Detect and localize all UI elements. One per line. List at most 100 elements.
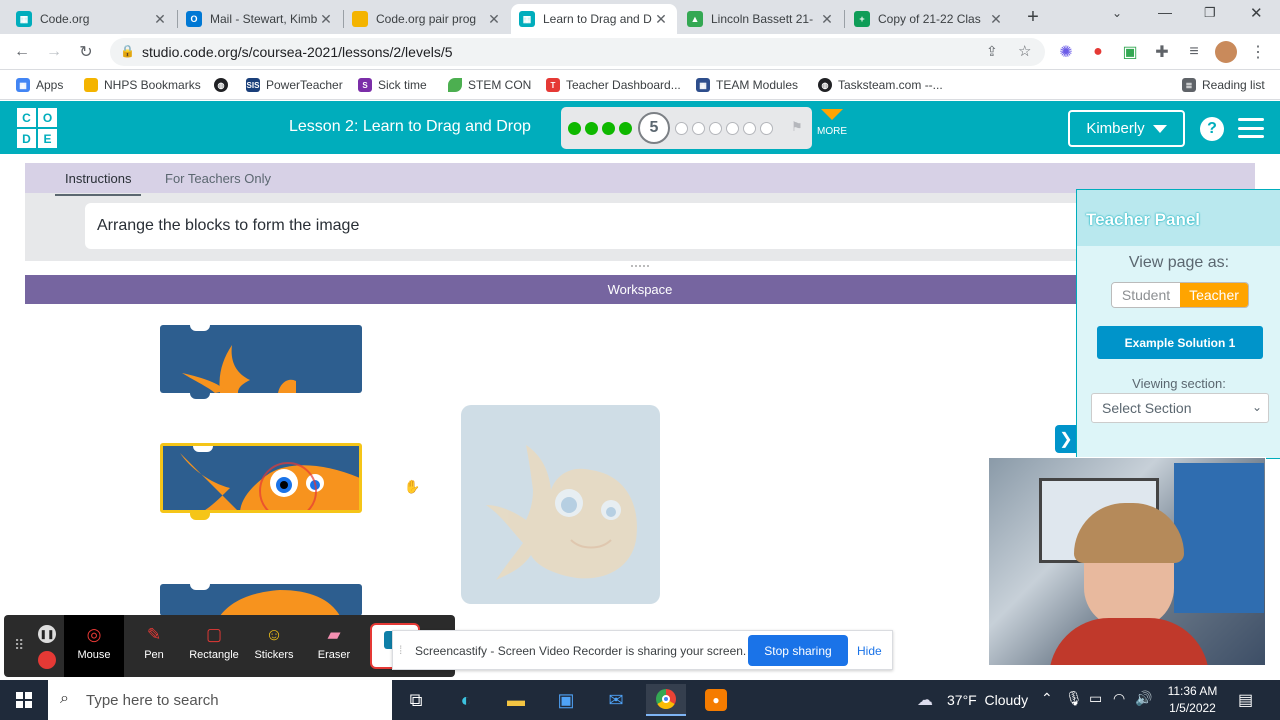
browser-tab[interactable]: + Copy of 21-22 Clas ✕ <box>846 4 1012 34</box>
bookmark-powerteacher[interactable]: SIS PowerTeacher <box>246 76 343 94</box>
mouse-tool-button[interactable]: ◎ Mouse <box>64 615 124 677</box>
rectangle-tool-button[interactable]: ▢ Rectangle <box>184 615 244 677</box>
user-menu-button[interactable]: Kimberly <box>1068 110 1185 147</box>
battery-icon[interactable]: ▭ <box>1089 690 1102 707</box>
close-tab-icon[interactable]: ✕ <box>988 11 1004 28</box>
bookmark-apps[interactable]: ▦ Apps <box>16 76 63 94</box>
volume-icon[interactable]: 🔊 <box>1135 690 1152 707</box>
weather-text[interactable]: 37°F Cloudy <box>947 692 1028 708</box>
file-explorer-icon[interactable]: ▬ <box>496 684 536 716</box>
webcam-overlay[interactable] <box>988 457 1266 666</box>
view-as-teacher-button[interactable]: Teacher <box>1180 283 1248 307</box>
level-dot[interactable] <box>692 122 705 135</box>
stop-sharing-button[interactable]: Stop sharing <box>748 635 848 666</box>
minimize-icon[interactable]: — <box>1158 4 1172 20</box>
bookmark-stem-con[interactable]: STEM CON <box>448 76 531 94</box>
level-dot[interactable] <box>709 122 722 135</box>
teacher-panel-toggle-icon[interactable]: ❯ <box>1055 425 1077 453</box>
browser-tab[interactable]: ▲ Lincoln Bassett 21- ✕ <box>679 4 843 34</box>
back-icon[interactable]: ← <box>12 42 32 62</box>
screencastify-icon[interactable]: ● <box>1088 42 1108 62</box>
bookmark-taskstream[interactable]: ◍ Tasksteam.com --... <box>818 76 943 94</box>
close-window-icon[interactable]: ✕ <box>1250 4 1263 22</box>
level-dot[interactable] <box>675 122 688 135</box>
drag-handle-icon[interactable]: ⁞ <box>399 643 402 657</box>
bookmark-globe[interactable]: ◍ <box>214 76 234 94</box>
help-button[interactable]: ? <box>1200 117 1224 141</box>
forward-icon[interactable]: → <box>44 42 64 62</box>
close-tab-icon[interactable]: ✕ <box>819 11 835 28</box>
close-tab-icon[interactable]: ✕ <box>152 11 168 28</box>
pause-icon[interactable]: ❚❚ <box>38 625 56 643</box>
profile-avatar[interactable] <box>1215 41 1237 63</box>
pen-tool-button[interactable]: ✎ Pen <box>124 615 184 677</box>
extension-icon[interactable]: ▣ <box>1120 42 1140 62</box>
eraser-tool-button[interactable]: ▰ Eraser <box>304 615 364 677</box>
extension-icon[interactable]: ✺ <box>1056 42 1076 62</box>
puzzle-piece-top[interactable] <box>160 325 362 393</box>
tab-search-icon[interactable]: ⌄ <box>1112 6 1122 20</box>
close-tab-icon[interactable]: ✕ <box>318 11 334 28</box>
level-dot-completed[interactable] <box>585 122 598 135</box>
bookmark-team-modules[interactable]: ▦ TEAM Modules <box>696 76 798 94</box>
media-control-icon[interactable]: ≡ <box>1184 42 1204 62</box>
browser-tab[interactable]: O Mail - Stewart, Kimb ✕ <box>178 4 342 34</box>
browser-tab-active[interactable]: ▦ Learn to Drag and D ✕ <box>511 4 677 34</box>
mail-icon[interactable]: ✉ <box>596 684 636 716</box>
cloud-weather-icon[interactable]: ☁ <box>917 690 933 710</box>
codeorg-logo[interactable]: C O D E <box>16 107 58 149</box>
bookmark-teacher-dashboard[interactable]: T Teacher Dashboard... <box>546 76 681 94</box>
edge-icon[interactable]: ◐ <box>446 684 486 716</box>
browser-tab[interactable]: Code.org pair prog ✕ <box>344 4 510 34</box>
browser-menu-icon[interactable]: ⋮ <box>1248 42 1268 62</box>
chrome-icon[interactable] <box>646 684 686 716</box>
level-dot-completed[interactable] <box>568 122 581 135</box>
drag-handle-icon[interactable]: ⠿ <box>14 637 24 654</box>
more-button[interactable]: MORE <box>816 109 848 149</box>
level-dot[interactable] <box>726 122 739 135</box>
view-as-student-button[interactable]: Student <box>1112 283 1180 307</box>
restore-icon[interactable]: ❐ <box>1204 5 1216 21</box>
stickers-tool-button[interactable]: ☺ Stickers <box>244 615 304 677</box>
extensions-puzzle-icon[interactable]: ✚ <box>1152 42 1172 62</box>
level-dot-completed[interactable] <box>602 122 615 135</box>
reading-list[interactable]: ≣ Reading list <box>1182 76 1265 94</box>
taskbar-search-input[interactable]: ⌕ Type here to search <box>48 680 392 720</box>
screencastify-taskbar-icon[interactable]: ● <box>696 684 736 716</box>
hamburger-menu-icon[interactable] <box>1238 118 1264 138</box>
current-level-bubble[interactable]: 5 <box>638 112 670 144</box>
stop-record-icon[interactable] <box>38 651 56 669</box>
wifi-icon[interactable]: ◠ <box>1113 690 1125 707</box>
close-tab-icon[interactable]: ✕ <box>486 11 502 28</box>
tab-teachers-only[interactable]: For Teachers Only <box>165 171 271 186</box>
start-button[interactable] <box>0 680 48 720</box>
store-icon[interactable]: ▣ <box>546 684 586 716</box>
bookmark-sick-time[interactable]: S Sick time <box>358 76 427 94</box>
taskbar-clock[interactable]: 11:36 AM 1/5/2022 <box>1155 683 1230 717</box>
hide-button[interactable]: Hide <box>857 644 882 658</box>
bookmark-star-icon[interactable]: ☆ <box>1018 42 1031 60</box>
example-solution-button[interactable]: Example Solution 1 <box>1097 326 1263 359</box>
bookmark-nhps[interactable]: NHPS Bookmarks <box>84 76 201 94</box>
browser-tab[interactable]: ▦ Code.org ✕ <box>8 4 176 34</box>
notifications-icon[interactable]: ▤ <box>1238 690 1253 710</box>
level-dot[interactable] <box>743 122 756 135</box>
new-tab-button[interactable]: + <box>1023 6 1043 28</box>
address-bar[interactable]: 🔒 studio.code.org/s/coursea-2021/lessons… <box>110 38 1045 66</box>
level-dot[interactable] <box>760 122 773 135</box>
microphone-icon[interactable]: 🎙 <box>1065 690 1083 707</box>
teacher-panel: Teacher Panel View page as: Student Teac… <box>1076 189 1280 459</box>
reload-icon[interactable]: ↻ <box>76 42 96 62</box>
chevron-up-icon[interactable]: ⌃ <box>1041 690 1053 707</box>
tab-instructions[interactable]: Instructions <box>55 171 142 196</box>
puzzle-piece-middle-selected[interactable] <box>160 443 362 513</box>
puzzle-piece-bottom[interactable] <box>160 584 362 616</box>
share-icon[interactable]: ⇪ <box>986 43 998 60</box>
level-dot-completed[interactable] <box>619 122 632 135</box>
close-tab-icon[interactable]: ✕ <box>653 11 669 28</box>
finish-flag-icon[interactable]: ⚑ <box>791 119 803 135</box>
task-view-icon[interactable]: ⧉ <box>396 684 436 716</box>
section-select[interactable]: Select Section ⌄ <box>1091 393 1269 423</box>
resize-handle[interactable] <box>631 265 649 269</box>
lesson-title[interactable]: Lesson 2: Learn to Drag and Drop <box>289 118 531 136</box>
